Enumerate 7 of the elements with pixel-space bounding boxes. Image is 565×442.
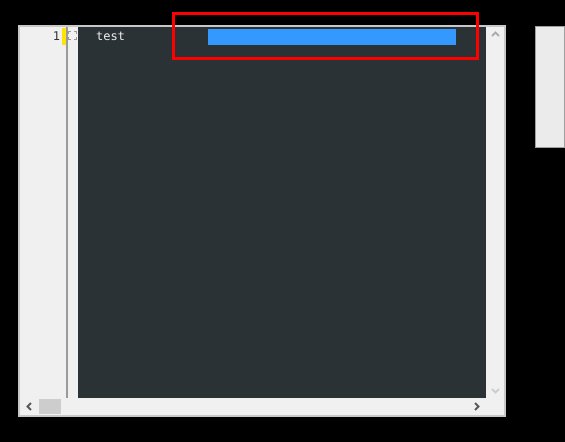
scrollbar-thumb[interactable] — [39, 399, 61, 414]
scroll-right-icon[interactable] — [474, 402, 480, 411]
scroll-left-icon[interactable] — [26, 402, 32, 411]
code-line: test — [95, 28, 126, 45]
scroll-up-icon[interactable] — [490, 31, 500, 37]
scroll-down-icon[interactable] — [490, 388, 500, 394]
line-number: 1 — [52, 28, 61, 45]
